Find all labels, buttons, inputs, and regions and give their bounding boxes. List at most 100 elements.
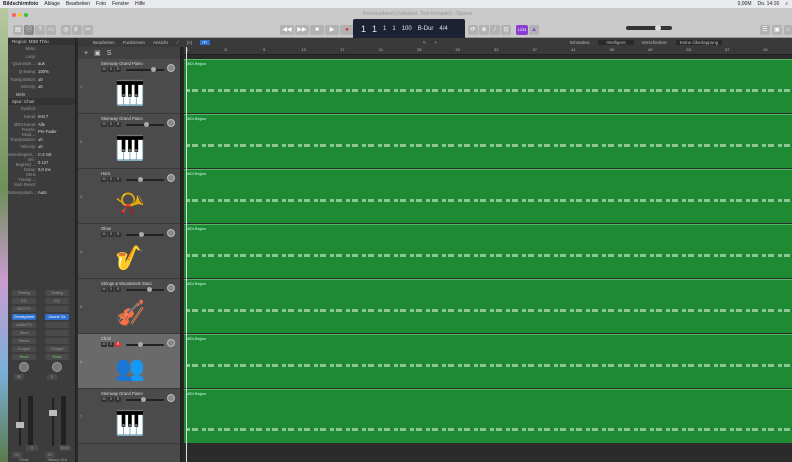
inspector-row-value[interactable]: 0 127 [38, 160, 48, 165]
quick-help-icon[interactable]: ? [35, 25, 45, 35]
region-inspector-header[interactable]: Region: MIDI Thru [8, 38, 75, 45]
strip-slot[interactable]: Setting [12, 290, 36, 296]
metronome-icon[interactable]: ▲ [529, 25, 539, 35]
inspector-row[interactable]: Ohne Transp...: [8, 172, 75, 182]
volume-thumb[interactable] [137, 342, 143, 347]
more-toggle[interactable]: Mehr [8, 91, 75, 99]
track-header[interactable]: 7 Steinway Grand Piano M S R 🎹 [78, 389, 180, 444]
spotlight-icon[interactable]: ⌕ [785, 1, 788, 7]
pointer-tool-icon[interactable]: ↖ [423, 40, 427, 46]
record-enable-button[interactable]: R [115, 287, 121, 292]
note-pad-icon[interactable]: ▣ [772, 25, 782, 35]
fader-cap[interactable] [16, 422, 24, 428]
track-header[interactable]: 6 Choir M S R 👥 [78, 334, 180, 389]
smart-controls-icon[interactable]: ◎ [61, 25, 71, 35]
inspector-row[interactable]: Freeze-Modi...: Pre Fader [8, 127, 75, 137]
lcd-tempo[interactable]: 100 [402, 26, 412, 32]
record-enable-button[interactable]: R [115, 67, 121, 72]
tuner-icon[interactable]: ⁄ [490, 25, 500, 35]
mute-button[interactable]: M [101, 122, 107, 127]
volume-slider[interactable] [126, 232, 164, 237]
strip-slot[interactable] [45, 306, 69, 312]
strip-slot[interactable]: Read [12, 354, 36, 360]
inspector-row[interactable]: Kanal: Inst 7 [8, 113, 75, 121]
replace-icon[interactable]: ⊗ [479, 25, 489, 35]
menu-app[interactable]: Bildschirmfoto [3, 1, 38, 7]
midi-region[interactable]: MIDI-Region [184, 334, 792, 388]
add-track-icon[interactable]: + [84, 50, 88, 57]
strip-slot[interactable]: Omnisphere [12, 314, 36, 320]
inspector-row[interactable]: Symbol: [8, 105, 75, 113]
inspector-row-value[interactable]: Inst 7 [38, 114, 48, 119]
pan-knob[interactable] [167, 64, 175, 72]
inspector-row-value[interactable]: ±0 [38, 84, 43, 89]
browser-icon[interactable]: ⌂ [784, 25, 792, 35]
inspector-row-value[interactable]: 0,0 ms [38, 167, 51, 172]
volume-thumb[interactable] [139, 232, 145, 237]
menu-bearbeiten[interactable]: Bearbeiten [66, 1, 90, 7]
menu-hilfe[interactable]: Hilfe [135, 1, 145, 7]
inspector-row[interactable]: Notensystem...: Auto [8, 189, 75, 197]
record-enable-button[interactable]: R [115, 342, 121, 347]
toolbar-icon[interactable]: ▭ [46, 25, 56, 35]
mute-button[interactable]: M [101, 397, 107, 402]
fader-cap[interactable] [49, 410, 57, 416]
pan-knob[interactable] [167, 284, 175, 292]
pan-knob[interactable] [167, 394, 175, 402]
volume-thumb[interactable] [137, 177, 143, 182]
rewind-button[interactable]: ◀◀ [280, 25, 294, 35]
snap-select[interactable]: Intelligent [598, 40, 634, 45]
midi-region[interactable]: MIDI-Region [184, 389, 792, 443]
play-button[interactable]: ▶ [325, 25, 339, 35]
track-header[interactable]: 4 Oboe M S R 🎷 [78, 224, 180, 279]
close-button[interactable] [12, 13, 16, 17]
volume-slider[interactable] [126, 177, 164, 182]
strip-slot[interactable]: Stereo [12, 338, 36, 344]
inspector-row[interactable]: Transposition: ±0 [8, 136, 75, 144]
strip-slot[interactable] [45, 322, 69, 328]
inspector-row-value[interactable]: Pre Fader [38, 129, 57, 134]
midi-region[interactable]: MIDI-Region [184, 59, 792, 113]
minimize-button[interactable] [18, 13, 22, 17]
inspector-row-value[interactable]: ±0 [38, 144, 43, 149]
record-enable-button[interactable]: R [115, 397, 121, 402]
track-inspector-header[interactable]: Spur: Choir [8, 98, 75, 106]
inspector-row[interactable]: Velocity: ±0 [8, 83, 75, 91]
strip-slot[interactable]: Audio FX [12, 322, 36, 328]
mute-button[interactable]: M [101, 287, 107, 292]
pan-knob[interactable] [167, 339, 175, 347]
inspector-row[interactable]: Q-Swing: 100% [8, 68, 75, 76]
midi-region[interactable]: MIDI-Region [184, 224, 792, 278]
mixer-icon[interactable]: ≢ [72, 25, 82, 35]
menu-functions[interactable]: Funktionen [123, 40, 145, 45]
mute-button[interactable]: M [101, 342, 107, 347]
menu-fenster[interactable]: Fenster [112, 1, 129, 7]
track-name[interactable]: Steinway Grand Piano [101, 61, 143, 66]
solo-button[interactable]: S [108, 342, 114, 347]
menu-foto[interactable]: Foto [96, 1, 106, 7]
count-in-button[interactable]: 1234 [516, 25, 528, 35]
volume-slider[interactable] [126, 122, 164, 127]
mute-button[interactable]: M [101, 67, 107, 72]
solo-icon[interactable]: ⊡ [501, 25, 511, 35]
volume-thumb[interactable] [147, 287, 153, 292]
track-name[interactable]: Steinway Grand Piano [101, 391, 143, 396]
list-editors-icon[interactable]: ☰ [760, 25, 770, 35]
inspector-row[interactable]: Transposition: ±0 [8, 75, 75, 83]
inspector-row[interactable]: Loop: [8, 53, 75, 61]
forward-button[interactable]: ▶▶ [295, 25, 309, 35]
mute-button[interactable]: M [101, 232, 107, 237]
stop-button[interactable]: ■ [310, 25, 324, 35]
pan-knob[interactable] [167, 119, 175, 127]
solo-button[interactable]: S [108, 287, 114, 292]
track-header[interactable]: 1 Steinway Grand Piano M S R 🎹 [78, 59, 180, 114]
clock[interactable]: Do. 14:16 [758, 1, 780, 7]
library-icon[interactable]: ▤ [13, 25, 23, 35]
lcd-signature[interactable]: 4/4 [439, 26, 447, 32]
pan-knob[interactable] [19, 362, 29, 372]
solo-button[interactable]: S [108, 177, 114, 182]
menu-ablage[interactable]: Ablage [44, 1, 60, 7]
strip-slot[interactable]: EQ [45, 298, 69, 304]
strip-slot[interactable]: Gruppe [12, 346, 36, 352]
record-button[interactable]: ● [340, 25, 354, 35]
